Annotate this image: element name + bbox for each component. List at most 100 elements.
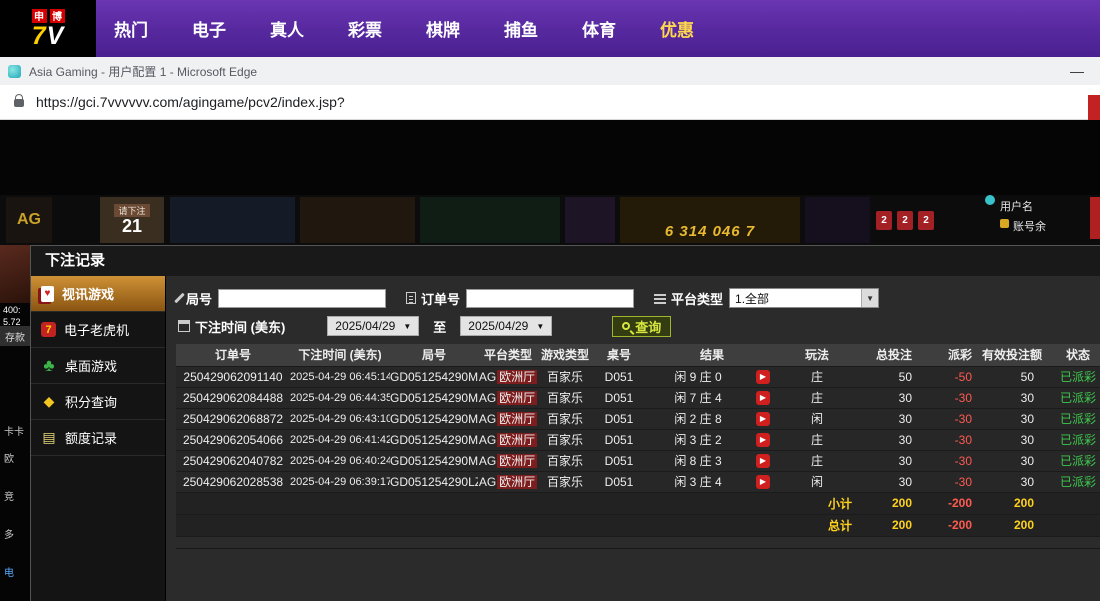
window-title: Asia Gaming - 用户配置 1 - Microsoft Edge [29,63,257,80]
order-id: 250429062068872 [176,408,290,429]
chip: 2 [918,211,934,230]
result-text: 闲 8 庄 3 [646,452,750,469]
round-id: GD051254290M3 [390,429,478,450]
chevron-down-icon: ▼ [403,322,411,331]
result-text: 闲 2 庄 8 [646,410,750,427]
table-number: D051 [592,450,646,471]
nav-item-chess[interactable]: 棋牌 [426,16,460,41]
bet-timer-tile: 请下注 21 [100,197,164,243]
modal-sidebar: ♥ 视讯游戏 7 电子老虎机 ♣ 桌面游戏 ◆ 积分查询 [31,276,166,601]
game-type: 百家乐 [538,429,592,450]
replay-button[interactable]: ▶ [756,454,770,468]
cards-icon: ♥ [41,286,54,302]
order-input[interactable] [466,289,634,308]
page-edge-red-strip [1088,95,1100,120]
slot-machine-icon: 7 [41,322,56,337]
bet-row: 2504290620911402025-04-29 06:45:14GD0512… [176,366,1100,387]
round-id: GD051254290M5 [390,408,478,429]
grand-total-row: 总计200-200200 [176,514,1100,536]
result-text: 闲 3 庄 4 [646,473,750,490]
replay-button[interactable]: ▶ [756,412,770,426]
bet-row: 2504290620285382025-04-29 06:39:17GD0512… [176,471,1100,492]
total-bet: 30 [856,450,922,471]
screen: 申 博 7V 热门 电子 真人 彩票 棋牌 捕鱼 体育 优惠 Asia Gami… [0,0,1100,601]
sidebar-item-live-games[interactable]: ♥ 视讯游戏 [31,276,165,312]
payout: -50 [922,366,982,387]
replay-button[interactable]: ▶ [756,433,770,447]
status-badge: 已派彩 [1044,429,1100,450]
game-type: 百家乐 [538,366,592,387]
platform-select[interactable]: 1.全部 ▼ [729,288,879,308]
platform-type-label: 平台类型 [671,289,723,308]
sidebar-item-label: 额度记录 [65,428,117,447]
logo-tag: 博 [50,9,65,23]
sidebar-item-table-games[interactable]: ♣ 桌面游戏 [31,348,165,384]
nav-item-slots[interactable]: 电子 [192,16,226,41]
browser-titlebar: Asia Gaming - 用户配置 1 - Microsoft Edge — [0,57,1100,85]
nav-item-promo[interactable]: 优惠 [660,16,694,41]
replay-button[interactable]: ▶ [756,475,770,489]
nav-item-sports[interactable]: 体育 [582,16,616,41]
nav-item-live[interactable]: 真人 [270,16,304,41]
search-button[interactable]: 查询 [612,316,671,337]
sidebar-item-points[interactable]: ◆ 积分查询 [31,384,165,420]
date-from-picker[interactable]: 2025/04/29 ▼ [327,316,419,336]
bet-row: 2504290620688722025-04-29 06:43:10GD0512… [176,408,1100,429]
column-header: 派彩 [922,344,982,366]
page-background: AG 请下注 21 6 314 046 7 2 2 2 用户名 账号余 [0,120,1100,601]
sum-label: 总计 [778,514,856,536]
sidebar-item-slots[interactable]: 7 电子老虎机 [31,312,165,348]
logo-tag: 申 [32,9,47,23]
round-id: GD051254290M8 [390,366,478,387]
sum-valid-bet: 200 [982,514,1044,536]
site-logo[interactable]: 申 博 7V [0,0,96,57]
round-input[interactable] [218,289,386,308]
sidebar-item-label: 积分查询 [65,392,117,411]
payout: -30 [922,471,982,492]
platform-type: AG欧洲厅 [478,450,538,471]
column-header: 有效投注额 [982,344,1044,366]
payout: -30 [922,387,982,408]
nav-item-lottery[interactable]: 彩票 [348,16,382,41]
nav-item-fishing[interactable]: 捕鱼 [504,16,538,41]
sidebar-fragment: 竞 [4,488,14,503]
coin-icon [1000,219,1009,228]
bet-table-body: 2504290620911402025-04-29 06:45:14GD0512… [176,366,1100,548]
bet-time: 2025-04-29 06:45:14 [290,366,390,387]
order-id: 250429062091140 [176,366,290,387]
filter-row-1: 局号 订单号 平台类型 1.全部 ▼ [178,284,1100,312]
nav-item-hot[interactable]: 热门 [114,16,148,41]
chip: 2 [897,211,913,230]
replay-button[interactable]: ▶ [756,391,770,405]
chip: 2 [876,211,892,230]
balance-label-row: 账号余 [1000,218,1046,234]
date-to-picker[interactable]: 2025/04/29 ▼ [460,316,552,336]
bet-time: 2025-04-29 06:44:35 [290,387,390,408]
sidebar-item-credit-records[interactable]: ▤ 额度记录 [31,420,165,456]
url-text[interactable]: https://gci.7vvvvvv.com/agingame/pcv2/in… [36,94,345,110]
platform-type: AG欧洲厅 [478,429,538,450]
pencil-icon [174,293,185,304]
banner-tile [565,197,615,243]
replay-button[interactable]: ▶ [756,370,770,384]
diamond-icon: ◆ [41,394,57,410]
filter-row-2: 下注时间 (美东) 2025/04/29 ▼ 至 2025/04/29 ▼ [178,312,1100,340]
hall-badge: 欧洲厅 [497,412,537,426]
total-bet: 50 [856,366,922,387]
total-bet: 30 [856,408,922,429]
banner-tile [805,197,870,243]
valid-bet: 50 [982,366,1044,387]
bet-table: 订单号下注时间 (美东)局号平台类型游戏类型桌号结果玩法总投注派彩有效投注额状态… [176,344,1100,549]
result: 闲 3 庄 2▶ [646,429,778,450]
chip-tiles: 2 2 2 [876,197,940,243]
round-id: GD051254290M1 [390,450,478,471]
bet-table-header: 订单号下注时间 (美东)局号平台类型游戏类型桌号结果玩法总投注派彩有效投注额状态 [176,344,1100,366]
result-text: 闲 7 庄 4 [646,389,750,406]
valid-bet: 30 [982,471,1044,492]
bet-side: 闲 [778,471,856,492]
status-badge: 已派彩 [1044,450,1100,471]
minimize-button[interactable]: — [1070,63,1092,79]
bet-time: 2025-04-29 06:41:42 [290,429,390,450]
hall-badge: 欧洲厅 [497,433,537,447]
bet-side: 庄 [778,387,856,408]
